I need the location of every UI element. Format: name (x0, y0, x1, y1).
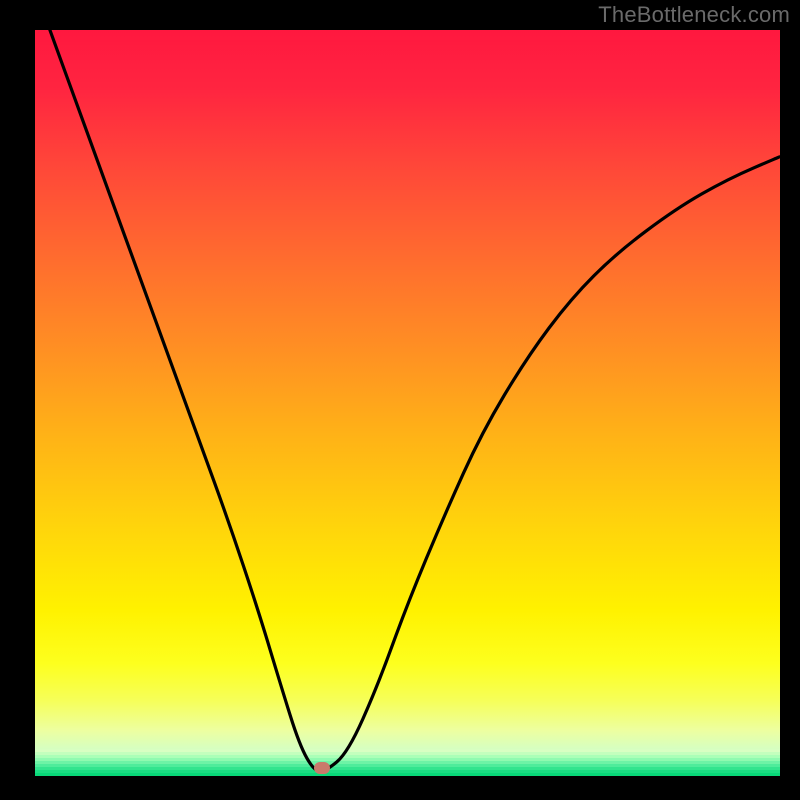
chart-stage: TheBottleneck.com (0, 0, 800, 800)
optimum-marker (314, 762, 330, 774)
bottleneck-curve (35, 30, 780, 775)
curve-path (50, 30, 780, 771)
plot-area (35, 30, 780, 775)
watermark-text: TheBottleneck.com (598, 2, 790, 28)
